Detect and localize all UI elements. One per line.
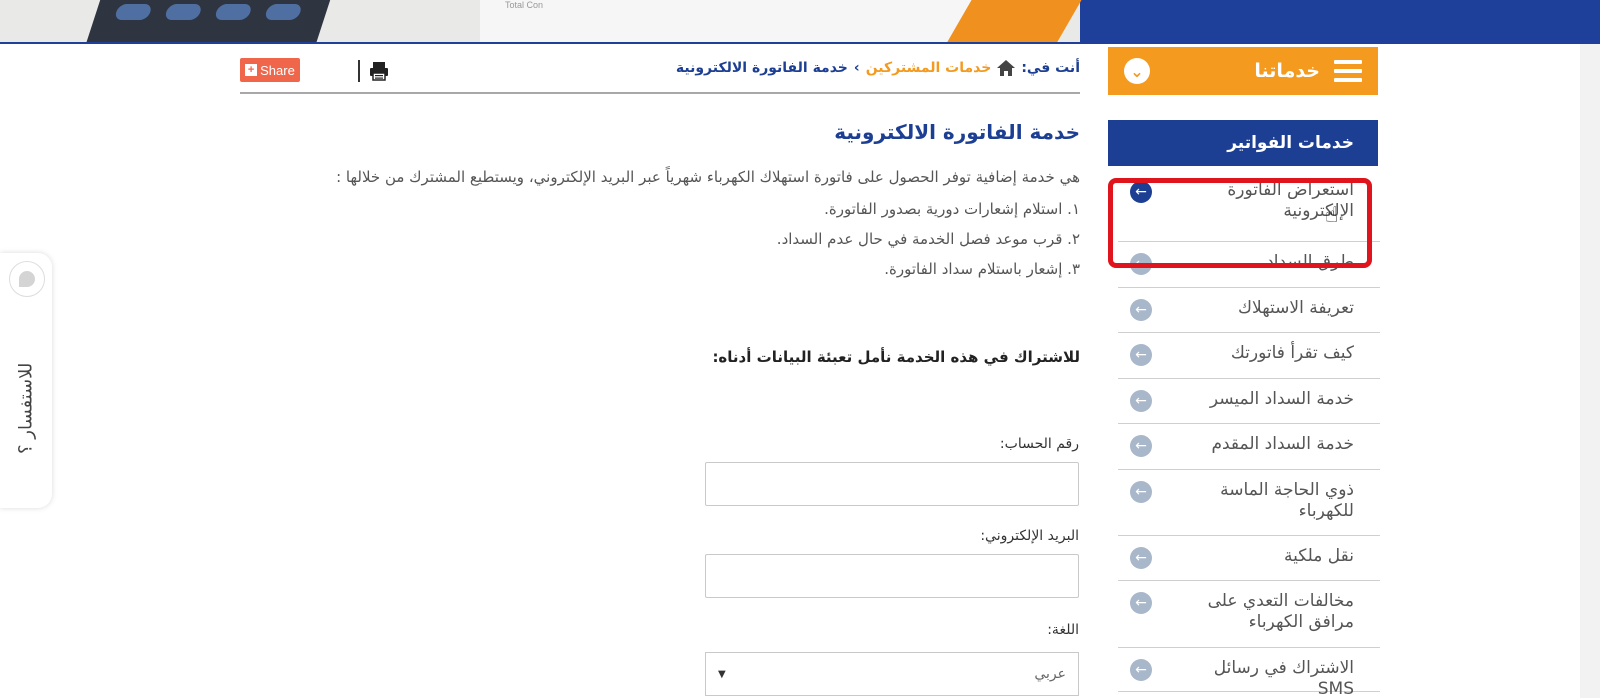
sidebar-item-label: خدمة السداد المقدم bbox=[1211, 434, 1354, 454]
sidebar-item-read-bill[interactable]: ← كيف تقرأ فاتورتك bbox=[1118, 333, 1380, 379]
sidebar-item-tariff[interactable]: ← تعريفة الاستهلاك bbox=[1118, 288, 1380, 333]
sidebar-item-label: الاشتراك في رسائل SMS bbox=[1213, 658, 1354, 698]
page-scrollbar[interactable] bbox=[1580, 44, 1600, 698]
sidebar-item-label: ذوي الحاجة الماسة للكهرباء bbox=[1220, 480, 1354, 521]
language-label: اللغة: bbox=[1047, 622, 1079, 638]
list-item: ٢. قرب موعد فصل الخدمة في حال عدم السداد… bbox=[776, 230, 1080, 248]
banner-paper-text: Total Con bbox=[505, 0, 544, 10]
toolbar-divider bbox=[358, 60, 360, 82]
arrow-left-icon: ← bbox=[1130, 592, 1152, 614]
hamburger-icon[interactable] bbox=[1334, 60, 1362, 82]
chat-bubble-icon bbox=[9, 261, 45, 297]
print-icon[interactable] bbox=[368, 60, 390, 82]
chevron-down-icon[interactable]: ⌄ bbox=[1124, 58, 1150, 84]
sidebar-item-label: تعريفة الاستهلاك bbox=[1238, 298, 1354, 318]
language-selected-value: عربي bbox=[1034, 666, 1066, 682]
sidebar-item-prepaid[interactable]: ← خدمة السداد المقدم bbox=[1118, 424, 1380, 470]
services-menu-bar[interactable]: ⌄ خدماتنا bbox=[1108, 47, 1378, 95]
arrow-left-icon: ← bbox=[1130, 390, 1152, 412]
sidebar-item-violations[interactable]: ← مخالفات التعدي على مرافق الكهرباء bbox=[1118, 581, 1380, 648]
breadcrumb-bar: + Share أنت في: خدمات المشتركين › خدمة ا… bbox=[240, 52, 1080, 94]
header-banner: Total Con bbox=[0, 0, 1600, 44]
plus-icon: + bbox=[245, 64, 258, 76]
arrow-left-icon: ← bbox=[1130, 435, 1152, 457]
arrow-left-icon: ← bbox=[1130, 299, 1152, 321]
sidebar-item-ownership-transfer[interactable]: ← نقل ملكية bbox=[1118, 536, 1380, 581]
share-label: Share bbox=[260, 62, 295, 78]
arrow-left-icon: ← bbox=[1130, 344, 1152, 366]
arrow-left-icon: ← bbox=[1130, 547, 1152, 569]
inquiry-tab[interactable]: للاستفسار ؟ bbox=[0, 253, 52, 508]
arrow-left-icon: ← bbox=[1130, 481, 1152, 503]
billing-services-heading: خدمات الفواتير bbox=[1108, 120, 1378, 166]
list-item: ٣. إشعار باستلام سداد الفاتورة. bbox=[884, 260, 1080, 278]
email-label: البريد الإلكتروني: bbox=[980, 528, 1079, 544]
share-button[interactable]: + Share bbox=[240, 58, 300, 82]
sidebar-item-label: نقل ملكية bbox=[1284, 546, 1354, 566]
sidebar-item-label: مخالفات التعدي على مرافق الكهرباء bbox=[1207, 591, 1354, 632]
sidebar-item-sms[interactable]: ← الاشتراك في رسائل SMS bbox=[1118, 648, 1380, 698]
banner-keypad-image bbox=[86, 0, 334, 42]
breadcrumb: أنت في: خدمات المشتركين › خدمة الفاتورة … bbox=[676, 60, 1080, 76]
arrow-left-icon: ← bbox=[1130, 659, 1152, 681]
banner-divider bbox=[0, 42, 1600, 44]
email-input[interactable] bbox=[705, 554, 1079, 598]
service-description: هي خدمة إضافية توفر الحصول على فاتورة اس… bbox=[336, 168, 1080, 186]
inquiry-tab-label: للاستفسار ؟ bbox=[15, 362, 37, 454]
services-menu-label: خدماتنا bbox=[1254, 60, 1320, 82]
breadcrumb-current: خدمة الفاتورة الالكترونية bbox=[675, 60, 848, 76]
caret-down-icon: ▼ bbox=[718, 668, 726, 680]
sidebar-item-critical-need[interactable]: ← ذوي الحاجة الماسة للكهرباء bbox=[1118, 470, 1380, 536]
main-content: خدمة الفاتورة الالكترونية هي خدمة إضافية… bbox=[240, 120, 1080, 284]
subscribe-instruction: للاشتراك في هذه الخدمة نأمل تعبئة البيان… bbox=[712, 348, 1080, 366]
benefits-list: ١. استلام إشعارات دورية بصدور الفاتورة. … bbox=[240, 194, 1080, 284]
home-icon[interactable] bbox=[997, 60, 1016, 76]
sidebar-item-easy-payment[interactable]: ← خدمة السداد الميسر bbox=[1118, 379, 1380, 424]
breadcrumb-separator: › bbox=[853, 60, 860, 76]
account-number-input[interactable] bbox=[705, 462, 1079, 506]
account-number-label: رقم الحساب: bbox=[999, 436, 1079, 452]
sidebar-item-label: خدمة السداد الميسر bbox=[1209, 389, 1354, 409]
sidebar-item-label: كيف تقرأ فاتورتك bbox=[1230, 343, 1354, 363]
breadcrumb-link-subscriber-services[interactable]: خدمات المشتركين bbox=[866, 60, 992, 76]
language-select[interactable]: عربي ▼ bbox=[705, 652, 1079, 696]
page-title: خدمة الفاتورة الالكترونية bbox=[834, 120, 1080, 144]
breadcrumb-prefix: أنت في: bbox=[1021, 60, 1080, 76]
hand-cursor-icon: ☝ bbox=[1325, 203, 1339, 228]
banner-paper-image bbox=[480, 0, 1000, 44]
list-item: ١. استلام إشعارات دورية بصدور الفاتورة. bbox=[824, 200, 1080, 218]
